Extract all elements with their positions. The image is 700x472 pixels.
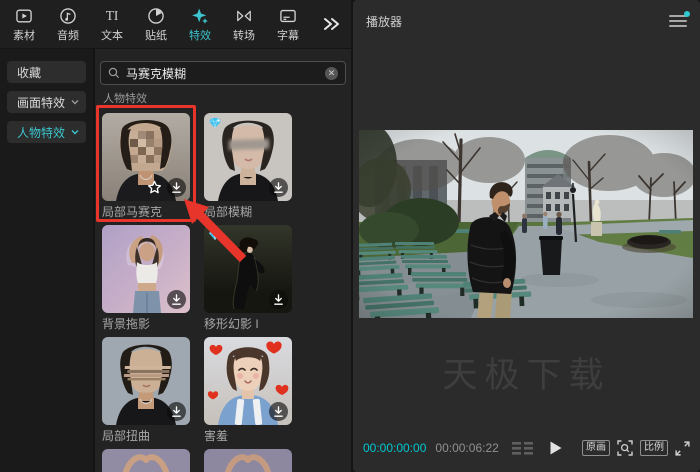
tab-text-label: 文本 [101,27,123,43]
original-quality-button[interactable]: 原画 [582,440,610,456]
effect-label: 局部马赛克 [102,204,190,221]
effect-label: 移形幻影 I [204,316,292,333]
favorite-star-icon[interactable] [145,178,164,197]
effect-thumbnail [102,225,190,313]
double-chevron-right-icon [323,17,341,31]
asset-panel: 素材 音频 TI 文本 贴纸 特效 [0,0,351,472]
zoom-fit-icon[interactable] [617,440,633,456]
tab-text[interactable]: TI 文本 [90,6,134,43]
section-title: 人物特效 [103,93,346,106]
download-icon[interactable] [167,402,186,421]
play-button[interactable] [550,441,562,455]
effect-label: 局部扭曲 [102,428,190,445]
effect-label: 背景拖影 [102,316,190,333]
search-icon [108,67,120,79]
effects-category-sidebar: 收藏 画面特效 人物特效 [0,49,95,472]
tab-audio-label: 音频 [57,27,79,43]
search-input[interactable]: 马赛克模糊 ✕ [100,61,346,85]
download-icon[interactable] [269,178,288,197]
effect-thumbnail [204,337,292,425]
svg-text:TI: TI [106,8,119,23]
tab-media[interactable]: 素材 [2,6,46,43]
media-icon [14,6,34,26]
search-value: 马赛克模糊 [126,65,186,82]
sticker-icon [146,6,166,26]
aspect-ratio-button[interactable]: 比例 [640,440,668,456]
player-menu-button[interactable] [669,15,687,29]
main-toolbar: 素材 音频 TI 文本 贴纸 特效 [0,0,351,49]
notification-dot [684,11,690,17]
tab-sticker-label: 贴纸 [145,27,167,43]
effect-thumbnail [102,449,190,472]
effect-card-local-distort[interactable]: 局部扭曲 [102,337,190,445]
download-icon[interactable] [269,402,288,421]
download-icon[interactable] [167,290,186,309]
audio-icon [58,6,78,26]
tab-captions[interactable]: 字幕 [266,6,310,43]
effects-star-icon [190,6,210,26]
chevron-down-icon [71,129,79,135]
character-effects-label: 人物特效 [17,124,65,141]
tab-effects[interactable]: 特效 [178,6,222,43]
vip-diamond-icon [208,117,222,129]
favorites-label: 收藏 [17,64,41,81]
text-icon: TI [101,6,123,26]
tab-captions-label: 字幕 [277,27,299,43]
chevron-down-icon [71,99,79,105]
effect-thumbnail [204,449,292,472]
sidebar-item-favorites[interactable]: 收藏 [7,61,86,83]
watermark-text: 天极下载 [353,347,700,398]
tab-sticker[interactable]: 贴纸 [134,6,178,43]
effect-thumbnail [204,113,292,201]
player-controls: 00:00:00:00 00:00:06:22 原画 比例 [363,437,690,459]
tab-audio[interactable]: 音频 [46,6,90,43]
effect-card-partial[interactable] [204,449,292,472]
download-icon[interactable] [269,290,288,309]
current-timecode: 00:00:00:00 [363,441,426,455]
effect-card-local-mosaic[interactable]: 局部马赛克 [102,113,190,221]
screen-effects-label: 画面特效 [17,94,65,111]
fullscreen-icon[interactable] [675,441,690,456]
effect-card-shy[interactable]: 害羞 [204,337,292,445]
split-view-icon[interactable] [512,442,533,455]
tab-media-label: 素材 [13,27,35,43]
effects-list-panel: 马赛克模糊 ✕ 人物特效 [95,49,351,472]
sidebar-item-screen-effects[interactable]: 画面特效 [7,91,86,113]
park-scene [359,130,693,318]
effect-label: 害羞 [204,428,292,445]
effect-thumbnail [102,113,190,201]
effect-card-background-trail[interactable]: 背景拖影 [102,225,190,333]
tab-effects-label: 特效 [189,27,211,43]
sidebar-item-character-effects[interactable]: 人物特效 [7,121,86,143]
effect-card-phantom[interactable]: 移形幻影 I [204,225,292,333]
download-icon[interactable] [167,178,186,197]
video-preview[interactable] [359,130,693,318]
effect-label: 局部模糊 [204,204,292,221]
player-panel: 播放器 [353,0,700,472]
duration-timecode: 00:00:06:22 [435,441,498,455]
tab-transition-label: 转场 [233,27,255,43]
effect-thumbnail [102,337,190,425]
vip-diamond-icon [208,229,222,241]
player-title: 播放器 [366,13,402,30]
captions-icon [278,6,298,26]
effects-grid: 局部马赛克 [102,113,346,472]
effect-card-local-blur[interactable]: 局部模糊 [204,113,292,221]
toolbar-expand-button[interactable] [323,17,341,31]
search-clear-icon[interactable]: ✕ [325,67,338,80]
effect-card-partial[interactable] [102,449,190,472]
tab-transition[interactable]: 转场 [222,6,266,43]
effect-thumbnail [204,225,292,313]
transition-icon [234,6,254,26]
